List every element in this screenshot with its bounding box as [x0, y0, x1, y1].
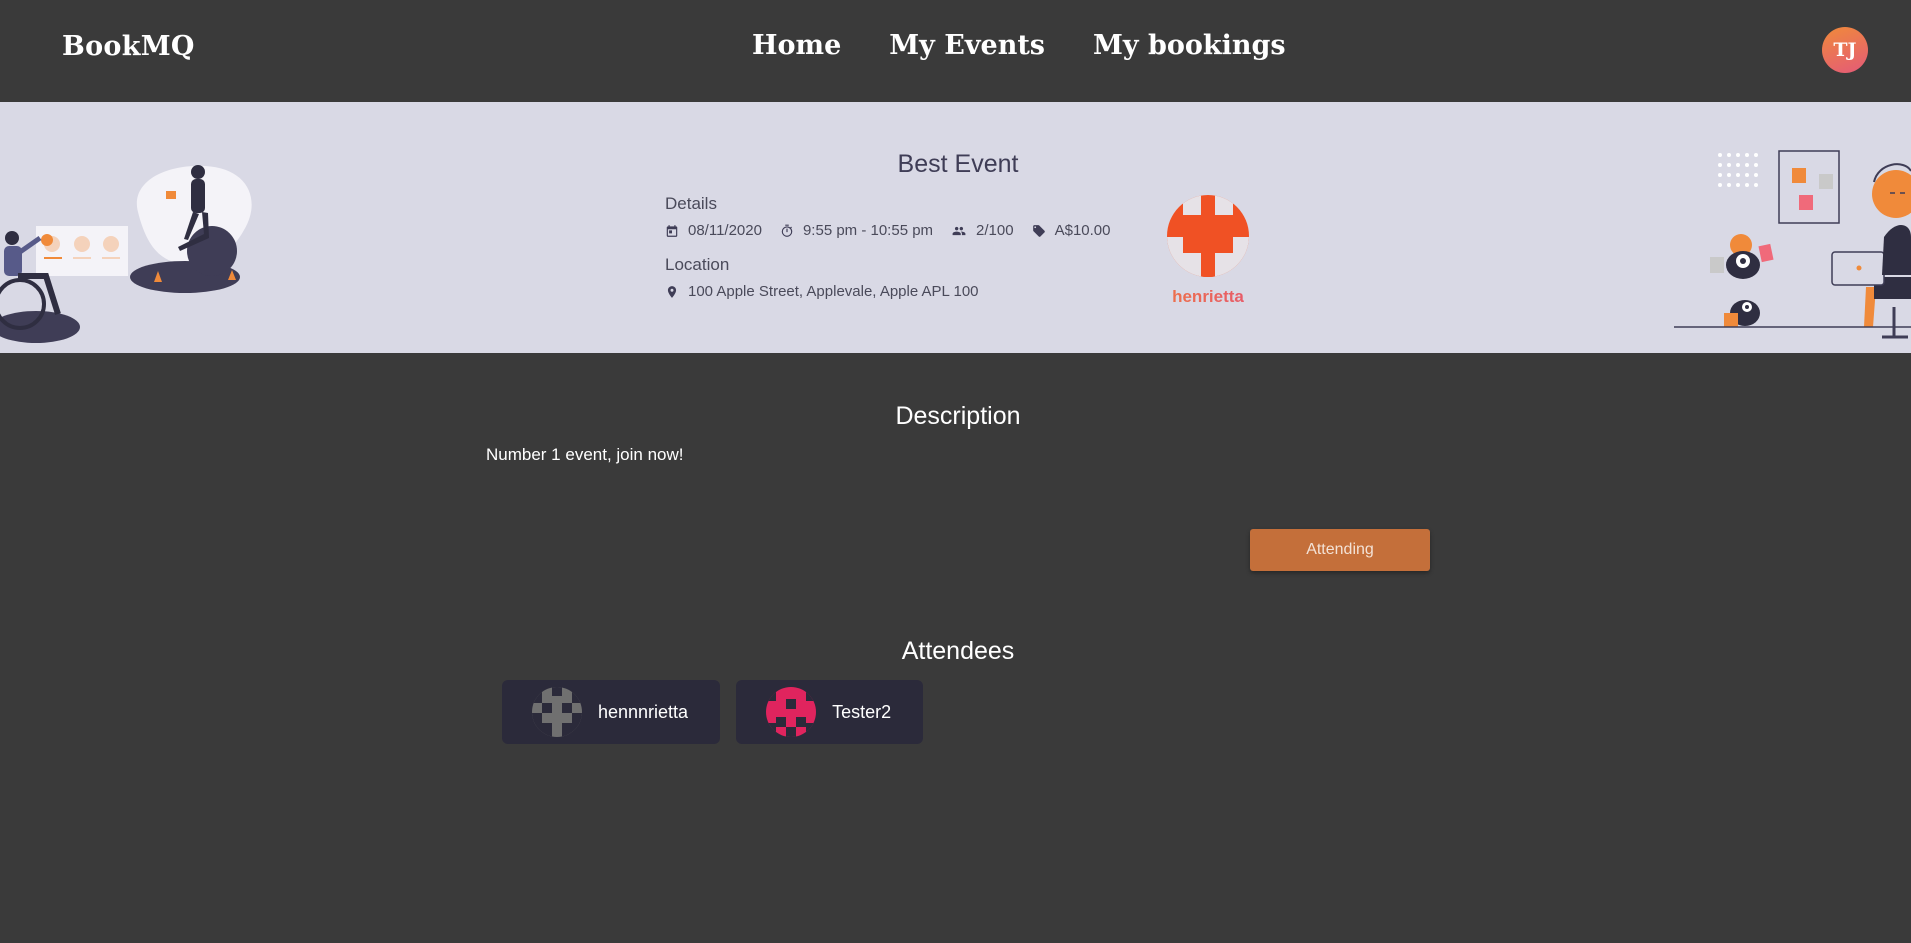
people-icon	[952, 226, 966, 235]
price-tag-icon	[1032, 224, 1045, 237]
event-capacity: 2/100	[951, 222, 1014, 239]
event-time: 9:55 pm - 10:55 pm	[780, 222, 933, 239]
attendee-name: Tester2	[832, 701, 892, 722]
user-avatar[interactable]: TJ	[1822, 27, 1868, 73]
event-location-row: 100 Apple Street, Applevale, Apple APL 1…	[665, 283, 997, 300]
main-nav: Home My Events My bookings	[752, 30, 1286, 61]
identicon-icon	[766, 687, 817, 737]
attendee-list: hennnrietta Tester2	[502, 680, 924, 744]
nav-my-events[interactable]: My Events	[889, 30, 1045, 61]
event-date: 08/11/2020	[665, 222, 762, 239]
people-illustration-left	[0, 165, 252, 343]
attendees-title: Attendees	[901, 637, 1015, 665]
event-price: A$10.00	[1032, 222, 1111, 239]
attendee-avatar	[532, 687, 582, 737]
details-label: Details	[665, 194, 717, 213]
stopwatch-icon	[781, 224, 793, 237]
top-navbar: BookMQ Home My Events My bookings TJ	[0, 0, 1911, 102]
host-name[interactable]: henrietta	[1127, 287, 1289, 307]
event-address-text: 100 Apple Street, Applevale, Apple APL 1…	[688, 283, 979, 300]
map-pin-icon	[667, 285, 677, 298]
nav-my-bookings[interactable]: My bookings	[1093, 30, 1286, 61]
event-details-row: 08/11/2020 9:55 pm - 10:55 pm 2/100 A$10…	[665, 222, 1128, 239]
event-banner: Best Event Details 08/11/2020 9:55 pm - …	[0, 102, 1911, 353]
brand-logo[interactable]: BookMQ	[62, 31, 195, 62]
people-illustration-right	[1674, 150, 1911, 339]
attendee-avatar	[766, 687, 817, 737]
identicon-icon	[532, 687, 582, 737]
attendee-card[interactable]: hennnrietta	[502, 680, 721, 744]
nav-home[interactable]: Home	[752, 30, 841, 61]
attending-button[interactable]: Attending	[1250, 529, 1430, 571]
attendee-name: hennnrietta	[598, 701, 689, 722]
description-text: Number 1 event, join now!	[486, 445, 684, 464]
description-title: Description	[895, 402, 1021, 430]
calendar-icon	[666, 224, 678, 237]
event-price-text: A$10.00	[1054, 222, 1111, 239]
event-time-text: 9:55 pm - 10:55 pm	[802, 222, 934, 239]
host-avatar[interactable]	[1167, 195, 1249, 277]
event-capacity-text: 2/100	[976, 222, 1014, 239]
identicon-icon	[1167, 195, 1249, 277]
event-date-text: 08/11/2020	[688, 222, 762, 239]
event-address: 100 Apple Street, Applevale, Apple APL 1…	[665, 283, 979, 300]
attendee-card[interactable]: Tester2	[736, 680, 924, 744]
event-title: Best Event	[897, 150, 1019, 178]
location-label: Location	[665, 255, 730, 274]
